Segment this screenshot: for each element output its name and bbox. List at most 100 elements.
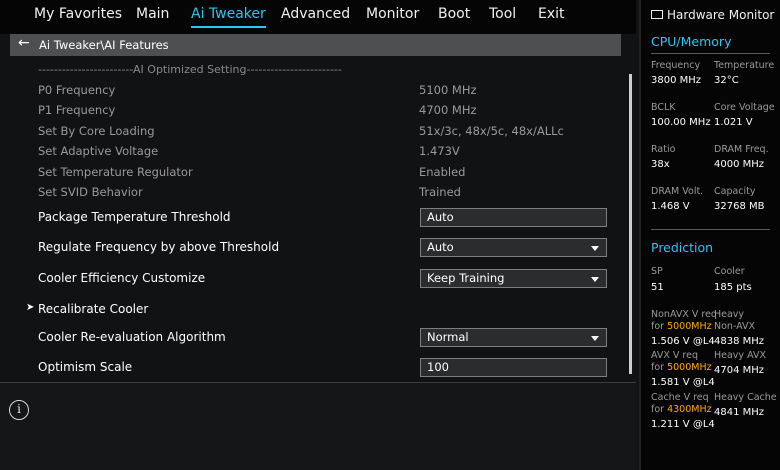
main-panel: ← Ai Tweaker\AI Features ---------------… [0,34,636,380]
heavy-label: Heavy [714,309,745,320]
chevron-down-icon [591,277,599,282]
info-value: 51x/3c, 48x/5c, 48x/ALLc [419,124,564,138]
submenu-arrow-icon: ➤ [26,302,35,313]
nonavx-target-freq: 5000MHz [667,321,712,332]
frequency-label: Frequency [651,60,701,71]
info-value: 5100 MHz [419,83,477,97]
info-row: Set SVID Behavior Trained [0,182,625,204]
cpu-memory-title: CPU/Memory [651,34,732,49]
info-row: P0 Frequency 5100 MHz [0,80,625,102]
top-menu-bar: My Favorites Main Ai Tweaker Advanced Mo… [0,0,636,34]
info-value: 1.473V [419,144,460,158]
tab-boot[interactable]: Boot [438,6,470,22]
capacity-label: Capacity [714,186,756,197]
sp-value: 51 [651,282,664,293]
separator-text: ------------------------AI Optimized Set… [38,63,342,76]
cache-for-line: for 4300MHz [651,404,712,415]
package-temperature-threshold-input[interactable]: Auto [420,208,607,227]
monitor-icon [651,10,663,19]
setting-label: Cooler Efficiency Customize [38,271,206,285]
for-prefix: for [651,321,668,332]
optimism-scale-input[interactable]: 100 [420,358,607,377]
info-label: Set By Core Loading [38,124,155,138]
submenu-recalibrate-cooler[interactable]: ➤ Recalibrate Cooler [0,299,625,321]
info-icon[interactable]: i [9,400,29,420]
nonavx-for-line: for 5000MHz [651,321,712,332]
bclk-value: 100.00 MHz [651,117,711,128]
tab-main[interactable]: Main [136,6,169,22]
nonavx-vreq-label: NonAVX V req [651,309,717,320]
dram-freq-label: DRAM Freq. [714,144,769,155]
setting-label: Recalibrate Cooler [38,302,149,316]
info-row: Set Temperature Regulator Enabled [0,162,625,184]
non-avx-label: Non-AVX [714,321,756,332]
sp-label: SP [651,266,663,277]
setting-cooler-reevaluation[interactable]: Cooler Re-evaluation Algorithm Normal [0,327,625,349]
setting-label: Package Temperature Threshold [38,210,231,224]
nonavx-vreq-value: 1.506 V @L4 [651,336,715,347]
chevron-down-icon [591,336,599,341]
input-value: Auto [427,210,454,224]
setting-package-temperature-threshold[interactable]: Package Temperature Threshold Auto [0,207,625,229]
prediction-title: Prediction [651,240,714,255]
frequency-value: 3800 MHz [651,75,702,86]
dropdown-value: Auto [427,240,454,254]
cooler-reevaluation-dropdown[interactable]: Normal [420,328,607,347]
tab-ai-tweaker[interactable]: Ai Tweaker [191,6,266,28]
setting-regulate-frequency[interactable]: Regulate Frequency by above Threshold Au… [0,237,625,259]
avx-for-line: for 5000MHz [651,362,712,373]
for-prefix: for [651,362,668,373]
core-voltage-value: 1.021 V [714,117,753,128]
ratio-label: Ratio [651,144,676,155]
tab-my-favorites[interactable]: My Favorites [34,6,122,22]
input-value: 100 [427,360,449,374]
cooler-label: Cooler [714,266,745,277]
core-voltage-label: Core Voltage [714,102,775,113]
hardware-monitor-title: Hardware Monitor [651,8,774,22]
cooler-efficiency-dropdown[interactable]: Keep Training [420,269,607,288]
temperature-label: Temperature [714,60,775,71]
tab-advanced[interactable]: Advanced [281,6,350,22]
help-bar: i [0,382,636,470]
bclk-label: BCLK [651,102,676,113]
regulate-frequency-dropdown[interactable]: Auto [420,238,607,257]
info-row: P1 Frequency 4700 MHz [0,100,625,122]
breadcrumb-path: Ai Tweaker\AI Features [39,38,169,52]
back-arrow-icon[interactable]: ← [18,35,30,51]
hardware-monitor-label: Hardware Monitor [667,8,775,22]
dram-volt-value: 1.468 V [651,201,690,212]
heavy-avx-value: 4704 MHz [714,365,765,376]
tab-exit[interactable]: Exit [538,6,565,22]
cache-vreq-label: Cache V req [651,392,709,403]
info-row: Set Adaptive Voltage 1.473V [0,141,625,163]
info-value: 4700 MHz [419,103,477,117]
chevron-down-icon [591,246,599,251]
setting-optimism-scale[interactable]: Optimism Scale 100 [0,357,625,379]
avx-target-freq: 5000MHz [667,362,712,373]
section-separator: ------------------------AI Optimized Set… [0,60,625,82]
heavy-avx-label: Heavy AVX [714,350,766,361]
setting-label: Optimism Scale [38,360,133,374]
heavy-cache-label: Heavy Cache [714,392,777,403]
scrollbar[interactable] [629,74,632,374]
info-value: Enabled [419,165,466,179]
tab-tool[interactable]: Tool [489,6,516,22]
cache-target-freq: 4300MHz [667,404,712,415]
avx-vreq-value: 1.581 V @L4 [651,377,715,388]
hardware-monitor-panel: Hardware Monitor CPU/Memory Frequency 38… [639,0,780,470]
tab-monitor[interactable]: Monitor [366,6,419,22]
setting-label: Regulate Frequency by above Threshold [38,240,280,254]
dropdown-value: Normal [427,330,469,344]
avx-vreq-label: AVX V req [651,350,699,361]
info-label: P0 Frequency [38,83,116,97]
cooler-value: 185 pts [714,282,752,293]
info-label: Set Adaptive Voltage [38,144,159,158]
dropdown-value: Keep Training [427,271,505,285]
info-value: Trained [419,185,461,199]
breadcrumb[interactable]: ← Ai Tweaker\AI Features [10,34,621,56]
cache-vreq-value: 1.211 V @L4 [651,419,715,430]
info-label: P1 Frequency [38,103,116,117]
dram-volt-label: DRAM Volt. [651,186,704,197]
setting-cooler-efficiency[interactable]: Cooler Efficiency Customize Keep Trainin… [0,268,625,290]
info-row: Set By Core Loading 51x/3c, 48x/5c, 48x/… [0,121,625,143]
